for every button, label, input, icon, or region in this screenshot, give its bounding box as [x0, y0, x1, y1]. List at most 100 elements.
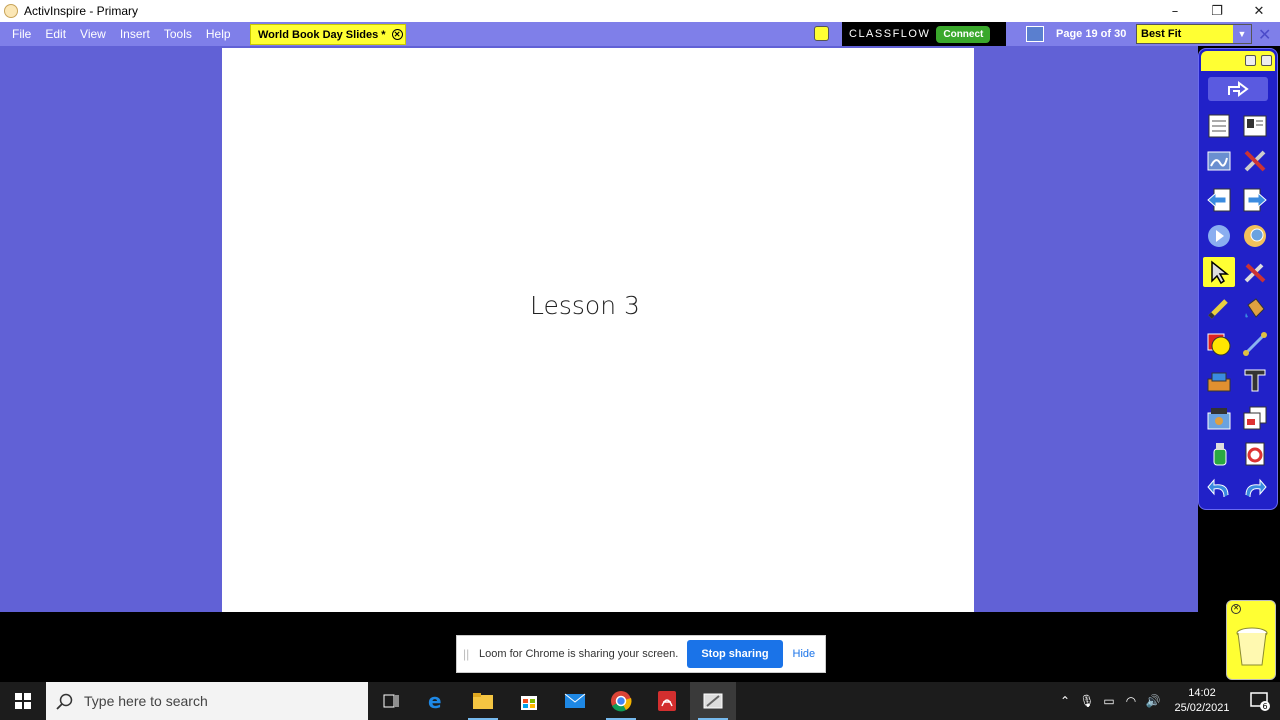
close-tab-icon[interactable]: ✕: [391, 29, 403, 40]
start-button[interactable]: [0, 682, 46, 720]
notification-button[interactable]: 6: [1240, 682, 1280, 720]
close-window-button[interactable]: ✕: [1238, 0, 1280, 22]
close-trash-icon[interactable]: ✕: [1231, 604, 1241, 614]
notes-browser-icon: [1207, 151, 1231, 171]
page-zoom-icon: [1244, 225, 1266, 247]
undo-button[interactable]: [1203, 475, 1235, 505]
shape-button[interactable]: [1203, 329, 1235, 359]
property-browser-button[interactable]: [1239, 146, 1271, 176]
activinspire-taskbar-button[interactable]: [690, 682, 736, 720]
insert-page-icon: [1243, 406, 1267, 430]
search-icon: [56, 693, 73, 710]
hide-button[interactable]: Hide: [793, 648, 816, 660]
speaker-icon[interactable]: 🔊: [1142, 682, 1164, 720]
text-button[interactable]: [1239, 365, 1271, 395]
insert-page-button[interactable]: [1239, 403, 1271, 433]
activinspire-logo-icon: [4, 4, 18, 18]
menu-help[interactable]: Help: [206, 27, 231, 41]
taskbar-search[interactable]: Type here to search: [46, 682, 368, 720]
previous-page-icon: [1207, 188, 1231, 212]
minimize-button[interactable]: –: [1154, 0, 1196, 22]
tools-button[interactable]: [1239, 257, 1271, 287]
camera-button[interactable]: [1203, 403, 1235, 433]
page-indicator: Page 19 of 30: [1056, 28, 1127, 40]
resource-browser-button[interactable]: [1239, 111, 1271, 141]
page-icon: [1026, 26, 1044, 42]
menu-tools[interactable]: Tools: [164, 27, 192, 41]
play-button[interactable]: [1203, 221, 1235, 251]
store-button[interactable]: [506, 682, 552, 720]
next-page-icon: [1243, 188, 1267, 212]
loom-sharing-bar: || Loom for Chrome is sharing your scree…: [456, 635, 826, 673]
document-tab[interactable]: World Book Day Slides * ✕: [250, 24, 406, 45]
main-toolbox: [1198, 48, 1278, 510]
resource-browser-icon: [1243, 115, 1267, 137]
flipchart-page[interactable]: Lesson 3: [222, 48, 974, 612]
battery-icon[interactable]: ▭: [1098, 682, 1120, 720]
trash-icon: [1236, 627, 1268, 666]
magic-ink-icon: [1207, 372, 1231, 392]
page-browser-icon: [1208, 114, 1230, 138]
chevron-up-icon[interactable]: ⌃: [1054, 682, 1076, 720]
next-page-button[interactable]: [1239, 185, 1271, 215]
document-tab-label: World Book Day Slides *: [258, 28, 386, 41]
edge-button[interactable]: e: [414, 682, 460, 720]
chrome-button[interactable]: [598, 682, 644, 720]
microphone-icon[interactable]: 🎙: [1076, 682, 1098, 720]
toolbox-pin-icon[interactable]: [1245, 55, 1256, 66]
trash-can[interactable]: ✕: [1226, 600, 1276, 680]
menu-insert[interactable]: Insert: [120, 27, 150, 41]
select-button[interactable]: [1203, 257, 1235, 287]
tools-icon: [1244, 263, 1266, 283]
page-zoom-button[interactable]: [1239, 221, 1271, 251]
slide-title[interactable]: Lesson 3: [530, 291, 640, 320]
camera-icon: [1207, 408, 1231, 430]
notification-count: 6: [1263, 702, 1268, 711]
page-browser-button[interactable]: [1203, 111, 1235, 141]
reset-page-button[interactable]: [1239, 439, 1271, 469]
clock[interactable]: 14:02 25/02/2021: [1164, 686, 1240, 716]
previous-page-button[interactable]: [1203, 185, 1235, 215]
menu-edit[interactable]: Edit: [45, 27, 66, 41]
toolbox-header[interactable]: [1201, 51, 1275, 71]
toolbox-collapse-icon[interactable]: [1261, 55, 1272, 66]
pen-button[interactable]: [1203, 293, 1235, 323]
redo-button[interactable]: [1239, 475, 1271, 505]
undo-icon: [1207, 478, 1229, 498]
notes-browser-button[interactable]: [1203, 146, 1235, 176]
file-explorer-button[interactable]: [460, 682, 506, 720]
select-icon: [1211, 260, 1230, 285]
chevron-down-icon[interactable]: ▼: [1233, 25, 1251, 43]
dual-user-icon[interactable]: [814, 26, 829, 41]
zoom-select[interactable]: Best Fit ▼: [1136, 24, 1252, 44]
classflow-label: CLASSFLOW: [849, 28, 931, 40]
reset-page-icon: [1245, 442, 1265, 466]
task-view-icon: [383, 694, 399, 708]
mail-button[interactable]: [552, 682, 598, 720]
menu-file[interactable]: File: [12, 27, 31, 41]
close-menubar-icon[interactable]: ✕: [1258, 25, 1271, 44]
window-title: ActivInspire - Primary: [24, 4, 139, 18]
stop-sharing-button[interactable]: Stop sharing: [687, 640, 783, 668]
svg-text:e: e: [428, 690, 442, 712]
share-button[interactable]: [1208, 77, 1268, 101]
title-bar: ActivInspire - Primary – ❐ ✕: [0, 0, 1280, 22]
menu-bar: File Edit View Insert Tools Help World B…: [0, 22, 1280, 46]
clock-date: 25/02/2021: [1174, 702, 1230, 714]
text-icon: [1244, 369, 1266, 392]
acrobat-button[interactable]: [644, 682, 690, 720]
classflow-connect-button[interactable]: Connect: [936, 25, 991, 43]
task-view-button[interactable]: [368, 682, 414, 720]
search-placeholder: Type here to search: [84, 693, 208, 709]
property-browser-icon: [1244, 150, 1266, 172]
menu-view[interactable]: View: [80, 27, 106, 41]
drag-handle-icon[interactable]: ||: [463, 647, 473, 661]
restore-button[interactable]: ❐: [1196, 0, 1238, 22]
fill-button[interactable]: [1239, 293, 1271, 323]
connector-button[interactable]: [1239, 329, 1271, 359]
store-icon: [521, 696, 537, 710]
magic-ink-button[interactable]: [1203, 365, 1235, 395]
connector-icon: [1243, 332, 1267, 356]
eraser-button[interactable]: [1203, 439, 1235, 469]
wifi-icon[interactable]: ◠: [1120, 682, 1142, 720]
